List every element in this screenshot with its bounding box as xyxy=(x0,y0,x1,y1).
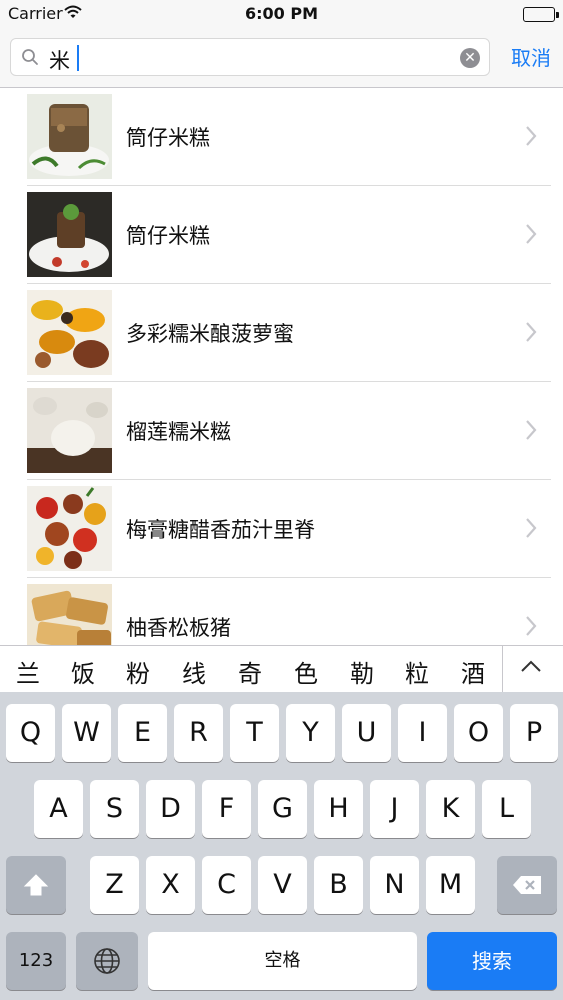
key-q[interactable]: Q xyxy=(6,704,55,762)
candidate-word[interactable]: 奇 xyxy=(238,654,262,689)
keyboard: Q W E R T Y U I O P A S D F G H J K L Z … xyxy=(0,692,563,1000)
status-time: 6:00 PM xyxy=(244,4,318,23)
candidate-word[interactable]: 线 xyxy=(182,654,206,689)
candidate-word[interactable]: 酒 xyxy=(461,654,485,689)
numbers-key[interactable]: 123 xyxy=(6,932,66,990)
candidate-word[interactable]: 饭 xyxy=(71,654,95,689)
text-cursor xyxy=(77,45,79,71)
key-c[interactable]: C xyxy=(202,856,251,914)
candidate-word[interactable]: 粉 xyxy=(126,654,150,689)
key-l[interactable]: L xyxy=(482,780,531,838)
chevron-right-icon xyxy=(525,223,537,249)
battery-icon xyxy=(523,7,559,22)
list-item[interactable]: 筒仔米糕 xyxy=(0,186,563,284)
key-z[interactable]: Z xyxy=(90,856,139,914)
candidate-bar: 兰 饭 粉 线 奇 色 勒 粒 酒 xyxy=(0,645,563,693)
search-query-text: 米 xyxy=(49,49,70,73)
recipe-title: 柚香松板猪 xyxy=(126,616,231,640)
key-w[interactable]: W xyxy=(62,704,111,762)
cancel-button[interactable]: 取消 xyxy=(511,42,551,71)
key-b[interactable]: B xyxy=(314,856,363,914)
result-list: 筒仔米糕 筒仔米糕 多彩糯米酿菠萝蜜 榴莲糯米糍 梅膏糖醋香茄汁里脊 柚香松板猪 xyxy=(0,88,563,676)
key-n[interactable]: N xyxy=(370,856,419,914)
key-m[interactable]: M xyxy=(426,856,475,914)
key-s[interactable]: S xyxy=(90,780,139,838)
food-thumbnail xyxy=(27,486,112,571)
key-t[interactable]: T xyxy=(230,704,279,762)
key-d[interactable]: D xyxy=(146,780,195,838)
key-r[interactable]: R xyxy=(174,704,223,762)
candidate-word[interactable]: 勒 xyxy=(350,654,374,689)
list-item[interactable]: 筒仔米糕 xyxy=(0,88,563,186)
key-g[interactable]: G xyxy=(258,780,307,838)
delete-key[interactable] xyxy=(497,856,557,914)
key-i[interactable]: I xyxy=(398,704,447,762)
backspace-icon xyxy=(497,856,557,914)
chevron-right-icon xyxy=(525,615,537,641)
space-key[interactable]: 空格 xyxy=(148,932,417,990)
recipe-title: 筒仔米糕 xyxy=(126,224,210,248)
chevron-up-icon[interactable] xyxy=(520,658,542,677)
key-f[interactable]: F xyxy=(202,780,251,838)
key-u[interactable]: U xyxy=(342,704,391,762)
candidate-divider xyxy=(502,646,503,693)
key-x[interactable]: X xyxy=(146,856,195,914)
shift-icon xyxy=(6,856,66,914)
chevron-right-icon xyxy=(525,321,537,347)
key-e[interactable]: E xyxy=(118,704,167,762)
chevron-right-icon xyxy=(525,419,537,445)
key-k[interactable]: K xyxy=(426,780,475,838)
recipe-title: 梅膏糖醋香茄汁里脊 xyxy=(126,518,315,542)
list-item[interactable]: 梅膏糖醋香茄汁里脊 xyxy=(0,480,563,578)
key-o[interactable]: O xyxy=(454,704,503,762)
candidate-word[interactable]: 色 xyxy=(294,654,318,689)
key-p[interactable]: P xyxy=(510,704,558,762)
chevron-right-icon xyxy=(525,517,537,543)
search-icon xyxy=(21,48,39,70)
recipe-title: 榴莲糯米糍 xyxy=(126,420,231,444)
key-j[interactable]: J xyxy=(370,780,419,838)
status-bar: Carrier 6:00 PM xyxy=(0,0,563,28)
key-a[interactable]: A xyxy=(34,780,83,838)
food-thumbnail xyxy=(27,94,112,179)
globe-key[interactable] xyxy=(76,932,138,990)
search-input[interactable]: 米 ✕ xyxy=(10,38,490,76)
key-h[interactable]: H xyxy=(314,780,363,838)
globe-icon xyxy=(76,932,138,990)
key-v[interactable]: V xyxy=(258,856,307,914)
list-item[interactable]: 多彩糯米酿菠萝蜜 xyxy=(0,284,563,382)
chevron-right-icon xyxy=(525,125,537,151)
search-submit-key[interactable]: 搜索 xyxy=(427,932,557,990)
candidate-word[interactable]: 兰 xyxy=(16,654,40,689)
search-bar: 米 ✕ 取消 xyxy=(0,28,563,88)
shift-key[interactable] xyxy=(6,856,66,914)
food-thumbnail xyxy=(27,388,112,473)
list-item[interactable]: 榴莲糯米糍 xyxy=(0,382,563,480)
clear-search-icon[interactable]: ✕ xyxy=(460,48,480,68)
recipe-title: 筒仔米糕 xyxy=(126,126,210,150)
food-thumbnail xyxy=(27,290,112,375)
candidate-word[interactable]: 粒 xyxy=(405,654,429,689)
recipe-title: 多彩糯米酿菠萝蜜 xyxy=(126,322,294,346)
food-thumbnail xyxy=(27,192,112,277)
key-y[interactable]: Y xyxy=(286,704,335,762)
